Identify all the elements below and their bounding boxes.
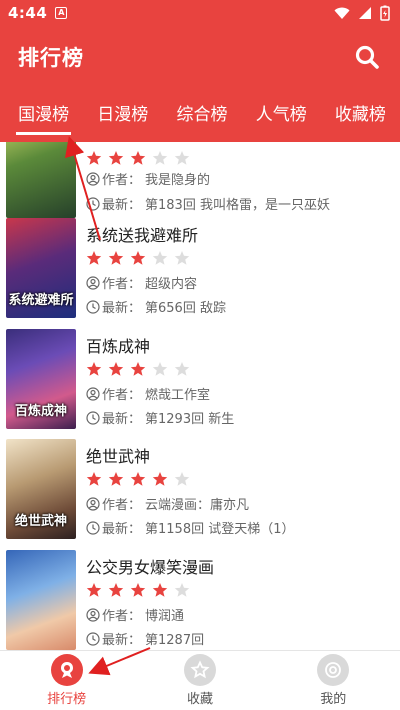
star-icon [152,583,168,597]
page-title: 排行榜 [18,46,84,70]
rating-stars [86,150,190,166]
search-button[interactable] [352,42,382,72]
author-row: 作者： 燃哉工作室 [86,384,210,403]
signal-icon [359,7,371,19]
comic-title: 绝世武神 [86,447,151,466]
star-icon [86,362,102,376]
nav-favorites-label: 收藏 [186,692,213,707]
latest-row: 最新： 第1158回 试登天梯（1） [86,518,295,537]
nav-ranking-label: 排行榜 [47,692,87,707]
battery-icon [380,5,390,21]
star-icon [130,583,146,597]
comic-cover: 绝世武神 [6,439,76,539]
star-icon [86,583,102,597]
notification-icon: A [55,7,68,19]
star-icon [174,583,190,597]
star-icon [86,151,102,165]
person-icon [86,275,100,290]
nav-profile[interactable]: 我的 [267,651,400,710]
person-icon [86,607,100,622]
category-tabs: 国漫榜 日漫榜 综合榜 人气榜 收藏榜 [0,88,400,142]
person-icon [86,386,100,401]
star-icon [152,151,168,165]
star-icon [174,151,190,165]
star-icon [152,472,168,486]
star-icon [130,362,146,376]
star-icon [130,151,146,165]
star-icon [130,472,146,486]
tab-zonghe[interactable]: 综合榜 [162,88,241,142]
comic-list: 作者： 我是隐身的 最新： 第183回 我叫格雷，是一只巫妖 系统避难所 系统送我避… [0,142,400,650]
app-bar: 排行榜 [0,26,400,88]
comic-cover [6,142,76,218]
person-icon [86,171,100,186]
status-time: 4:44 [8,4,48,22]
comic-title: 公交男女爆笑漫画 [86,558,215,577]
star-icon [130,251,146,265]
clock-icon [86,631,100,646]
author-row: 作者： 超级内容 [86,273,197,292]
wifi-icon [334,7,350,19]
nav-profile-label: 我的 [320,692,347,707]
star-icon [174,472,190,486]
rating-stars [86,471,190,487]
list-item[interactable]: 系统避难所 系统送我避难所 作者： 超级内容 最新： 第656回 敌踪 [0,214,400,324]
star-icon [152,362,168,376]
bottom-nav: 排行榜 收藏 我的 [0,650,400,710]
author-row: 作者： 博润通 [86,605,184,624]
rating-stars [86,582,190,598]
star-icon [108,251,124,265]
ranking-icon [50,654,83,686]
list-item[interactable]: 作者： 我是隐身的 最新： 第183回 我叫格雷，是一只巫妖 [0,142,400,224]
comic-cover [6,550,76,650]
person-icon [86,496,100,511]
nav-favorites[interactable]: 收藏 [133,651,266,710]
tab-shoucang[interactable]: 收藏榜 [321,88,400,142]
clock-icon [86,410,100,425]
tab-riman[interactable]: 日漫榜 [83,88,162,142]
comic-cover: 系统避难所 [6,218,76,318]
clock-icon [86,520,100,535]
author-row: 作者： 我是隐身的 [86,169,210,188]
star-icon [174,362,190,376]
clock-icon [86,299,100,314]
list-item[interactable]: 公交男女爆笑漫画 作者： 博润通 最新： 第1287回 [0,546,400,650]
latest-row: 最新： 第1293回 新生 [86,408,234,427]
latest-row: 最新： 第656回 敌踪 [86,297,226,316]
rating-stars [86,250,190,266]
list-item[interactable]: 绝世武神 绝世武神 作者： 云端漫画：庸亦凡 最新： 第1158回 试登天梯（1） [0,435,400,545]
star-icon [108,151,124,165]
profile-icon [317,654,350,686]
tab-guoman[interactable]: 国漫榜 [4,88,83,142]
star-icon [86,472,102,486]
latest-row: 最新： 第1287回 [86,629,204,648]
search-icon [355,45,379,69]
comic-title: 系统送我避难所 [86,226,199,245]
star-icon [152,251,168,265]
comic-title: 百炼成神 [86,337,151,356]
status-bar: 4:44 A [0,0,400,26]
nav-ranking[interactable]: 排行榜 [0,651,133,710]
star-icon [86,251,102,265]
rating-stars [86,361,190,377]
clock-icon [86,196,100,211]
tab-renqi[interactable]: 人气榜 [242,88,321,142]
star-icon [183,654,216,686]
star-icon [108,362,124,376]
author-row: 作者： 云端漫画：庸亦凡 [86,494,249,513]
latest-row: 最新： 第183回 我叫格雷，是一只巫妖 [86,194,330,213]
star-icon [108,472,124,486]
star-icon [108,583,124,597]
star-icon [174,251,190,265]
list-item[interactable]: 百炼成神 百炼成神 作者： 燃哉工作室 最新： 第1293回 新生 [0,325,400,435]
comic-cover: 百炼成神 [6,329,76,429]
